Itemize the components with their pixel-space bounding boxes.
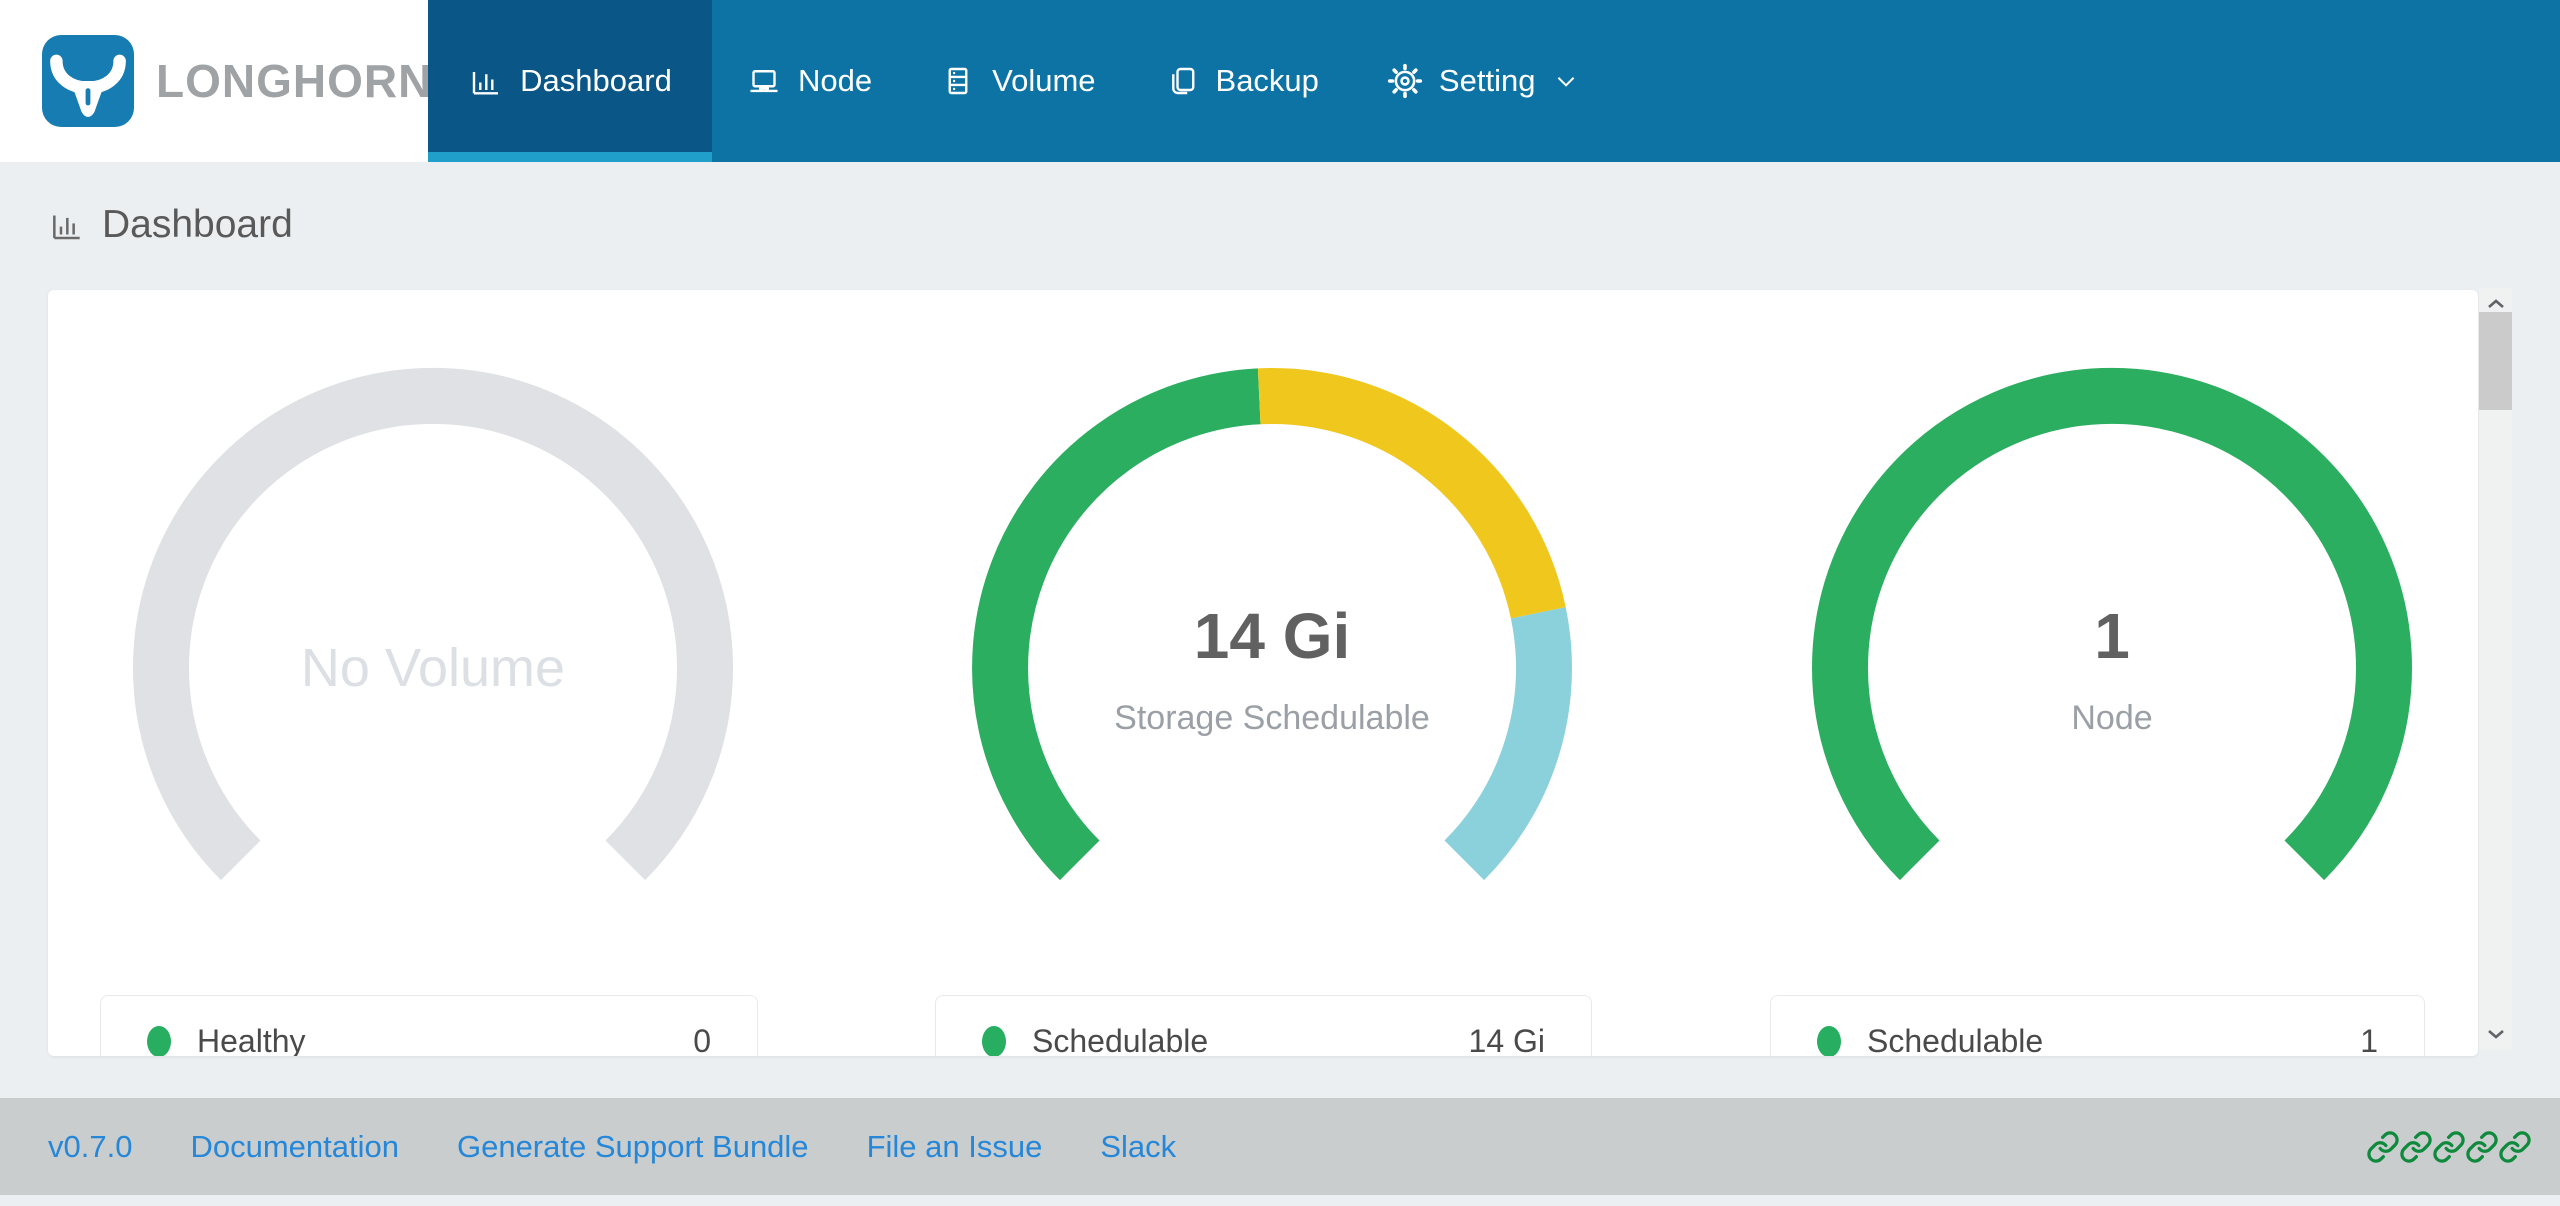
- storage-gauge-subtitle: Storage Schedulable: [1114, 699, 1430, 738]
- storage-legend-row: Schedulable 14 Gi: [935, 995, 1592, 1056]
- longhorn-logo-icon: [42, 34, 134, 128]
- link-icon: [2399, 1130, 2433, 1164]
- main-nav: Dashboard Node Volume Back: [428, 0, 1613, 162]
- footer-link-support-bundle[interactable]: Generate Support Bundle: [457, 1129, 809, 1165]
- nav-tab-label: Setting: [1439, 63, 1536, 99]
- legend-value: 0: [693, 1023, 711, 1057]
- chevron-down-icon: [1553, 68, 1579, 94]
- page-title-text: Dashboard: [102, 203, 293, 247]
- nav-tab-setting[interactable]: Setting: [1353, 0, 1614, 162]
- vertical-scrollbar[interactable]: [2479, 288, 2512, 1050]
- footer-links: v0.7.0 Documentation Generate Support Bu…: [48, 1129, 1176, 1165]
- link-icon: [2366, 1130, 2400, 1164]
- link-icon: [2465, 1130, 2499, 1164]
- legend-dot-schedulable: [982, 1026, 1006, 1057]
- top-navbar: LONGHORN Dashboard Node V: [0, 0, 2560, 162]
- node-gauge-value: 1: [2094, 599, 2130, 673]
- storage-gauge: 14 Gi Storage Schedulable: [962, 358, 1582, 978]
- no-volume-label: No Volume: [301, 637, 565, 699]
- chevron-up-icon: [2486, 297, 2506, 311]
- volume-legend-row: Healthy 0: [100, 995, 758, 1056]
- node-gauge-subtitle: Node: [2071, 699, 2152, 738]
- nav-tab-label: Volume: [992, 63, 1095, 99]
- footer-link-documentation[interactable]: Documentation: [190, 1129, 399, 1165]
- link-icon: [2432, 1130, 2466, 1164]
- footer-link-version[interactable]: v0.7.0: [48, 1129, 132, 1165]
- nav-tab-node[interactable]: Node: [712, 0, 906, 162]
- nav-tab-label: Backup: [1216, 63, 1319, 99]
- brand: LONGHORN: [0, 0, 428, 162]
- footer-link-slack[interactable]: Slack: [1100, 1129, 1176, 1165]
- legend-value: 14 Gi: [1469, 1023, 1545, 1057]
- node-gauge: 1 Node: [1802, 358, 2422, 978]
- dashboard-title-icon: [48, 206, 86, 244]
- legend-dot-schedulable: [1817, 1026, 1841, 1057]
- node-legend-row: Schedulable 1: [1770, 995, 2425, 1056]
- nav-tab-dashboard[interactable]: Dashboard: [428, 0, 712, 162]
- dashboard-card: No Volume 14 Gi Storage Schedulable 1 No…: [48, 290, 2478, 1056]
- storage-gauge-value: 14 Gi: [1194, 599, 1351, 673]
- page-title: Dashboard: [48, 203, 293, 247]
- node-icon: [746, 63, 782, 99]
- volume-icon: [940, 63, 976, 99]
- nav-tab-label: Node: [798, 63, 872, 99]
- legend-value: 1: [2360, 1023, 2378, 1057]
- backup-icon: [1164, 63, 1200, 99]
- nav-tab-backup[interactable]: Backup: [1130, 0, 1353, 162]
- legend-label: Schedulable: [1867, 1023, 2360, 1057]
- scrollbar-thumb[interactable]: [2479, 312, 2512, 410]
- legend-label: Schedulable: [1032, 1023, 1469, 1057]
- volume-gauge: No Volume: [123, 358, 743, 978]
- nav-tab-volume[interactable]: Volume: [906, 0, 1129, 162]
- chevron-down-icon: [2486, 1027, 2506, 1041]
- dashboard-icon: [468, 63, 504, 99]
- legend-label: Healthy: [197, 1023, 693, 1057]
- legend-dot-healthy: [147, 1026, 171, 1057]
- footer-link-file-issue[interactable]: File an Issue: [867, 1129, 1043, 1165]
- connection-status-icons: [2367, 1130, 2532, 1164]
- nav-tab-label: Dashboard: [520, 63, 672, 99]
- footer: v0.7.0 Documentation Generate Support Bu…: [0, 1098, 2560, 1195]
- brand-name: LONGHORN: [156, 54, 432, 108]
- link-icon: [2498, 1130, 2532, 1164]
- setting-icon: [1387, 63, 1423, 99]
- scroll-down-button[interactable]: [2479, 1020, 2512, 1048]
